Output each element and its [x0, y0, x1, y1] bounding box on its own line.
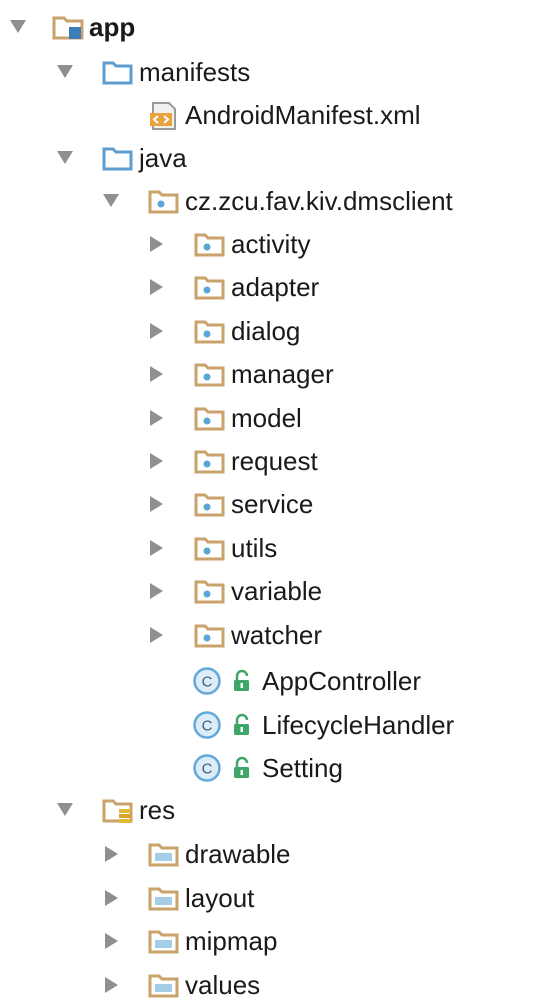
tree-label-package: cz.zcu.fav.kiv.dmsclient: [185, 186, 453, 216]
tree-label-subpackage: manager: [231, 359, 334, 390]
tree-label-res: res: [139, 795, 176, 825]
collapsed-arrow-icon[interactable]: [150, 366, 163, 383]
package-folder-icon: [194, 447, 226, 475]
collapsed-arrow-icon[interactable]: [150, 583, 163, 600]
package-folder-icon: [194, 621, 226, 649]
package-folder-icon: [194, 273, 226, 301]
tree-label-subpackage: dialog: [231, 315, 301, 346]
tree-node-subpackage[interactable]: adapter: [0, 266, 319, 308]
folder-icon: [148, 971, 180, 999]
class-icon: C: [192, 665, 224, 697]
tree-label-res-folder: mipmap: [185, 926, 278, 956]
expand-arrow-icon[interactable]: [57, 65, 73, 78]
svg-text:C: C: [202, 674, 213, 691]
package-folder-icon: [194, 577, 226, 605]
expand-arrow-icon[interactable]: [103, 194, 119, 207]
tree-label-android-manifest: AndroidManifest.xml: [185, 100, 421, 130]
tree-node-java[interactable]: java: [0, 137, 187, 179]
package-folder-icon: [194, 317, 226, 345]
source-root-folder-icon: [102, 58, 134, 86]
package-folder-icon: [194, 490, 226, 518]
tree-label-class: AppController: [262, 666, 421, 696]
tree-label-subpackage: activity: [231, 229, 311, 259]
tree-node-res-folder[interactable]: mipmap: [0, 920, 277, 962]
xml-file-icon: [148, 101, 180, 130]
package-folder-icon: [194, 534, 226, 562]
tree-label-class: Setting: [262, 753, 343, 783]
expand-arrow-icon[interactable]: [57, 803, 73, 816]
collapsed-arrow-icon[interactable]: [150, 322, 163, 339]
tree-node-subpackage[interactable]: dialog: [0, 310, 300, 352]
tree-label-res-folder: drawable: [185, 839, 291, 869]
tree-node-class[interactable]: C Setting: [0, 747, 343, 789]
collapsed-arrow-icon[interactable]: [105, 889, 118, 906]
folder-icon: [148, 884, 180, 912]
collapsed-arrow-icon[interactable]: [150, 409, 163, 426]
tree-label-subpackage: adapter: [231, 272, 320, 303]
tree-node-subpackage[interactable]: variable: [0, 570, 322, 612]
resources-folder-icon: [102, 796, 134, 824]
collapsed-arrow-icon[interactable]: [150, 236, 163, 252]
tree-node-subpackage[interactable]: model: [0, 397, 302, 439]
collapsed-arrow-icon[interactable]: [150, 453, 163, 469]
public-lock-icon: [230, 668, 256, 694]
expand-arrow-icon[interactable]: [57, 151, 73, 164]
package-folder-icon: [194, 360, 226, 388]
package-folder-icon: [148, 187, 180, 215]
tree-node-res-folder[interactable]: layout: [0, 877, 254, 919]
collapsed-arrow-icon[interactable]: [105, 976, 118, 993]
tree-label-subpackage: model: [231, 402, 302, 433]
tree-label-subpackage: watcher: [231, 619, 323, 650]
collapsed-arrow-icon[interactable]: [150, 539, 163, 556]
tree-node-app[interactable]: app: [0, 6, 135, 48]
tree-node-class[interactable]: C LifecycleHandler: [0, 704, 454, 746]
svg-text:C: C: [202, 717, 213, 734]
module-folder-icon: [52, 13, 84, 41]
source-root-folder-icon: [102, 144, 134, 172]
collapsed-arrow-icon[interactable]: [105, 846, 118, 862]
tree-label-manifests: manifests: [139, 57, 251, 87]
tree-node-manifests[interactable]: manifests: [0, 51, 250, 93]
tree-label-subpackage: service: [231, 489, 314, 520]
tree-node-res-folder[interactable]: values: [0, 964, 260, 1006]
class-icon: C: [192, 752, 224, 784]
tree-label-app: app: [89, 12, 136, 42]
folder-icon: [148, 840, 180, 868]
tree-label-subpackage: utils: [231, 532, 278, 563]
tree-node-subpackage[interactable]: activity: [0, 223, 310, 265]
tree-label-subpackage: variable: [231, 576, 323, 607]
tree-node-subpackage[interactable]: service: [0, 483, 313, 525]
tree-label-class: LifecycleHandler: [262, 709, 455, 740]
tree-node-res[interactable]: res: [0, 789, 175, 831]
tree-label-res-folder: layout: [185, 882, 255, 913]
tree-label-subpackage: request: [231, 446, 318, 476]
tree-node-package[interactable]: cz.zcu.fav.kiv.dmsclient: [0, 180, 453, 222]
public-lock-icon: [230, 755, 256, 781]
expand-arrow-icon[interactable]: [10, 20, 26, 33]
tree-label-java: java: [139, 143, 187, 173]
package-folder-icon: [194, 230, 226, 258]
tree-node-android-manifest[interactable]: AndroidManifest.xml: [0, 94, 421, 136]
package-folder-icon: [194, 404, 226, 432]
tree-node-subpackage[interactable]: watcher: [0, 614, 322, 656]
collapsed-arrow-icon[interactable]: [105, 933, 118, 949]
tree-node-res-folder[interactable]: drawable: [0, 833, 291, 875]
svg-text:C: C: [202, 761, 213, 778]
public-lock-icon: [230, 712, 256, 738]
tree-node-subpackage[interactable]: utils: [0, 527, 277, 569]
tree-node-subpackage[interactable]: manager: [0, 353, 334, 395]
collapsed-arrow-icon[interactable]: [150, 626, 163, 643]
collapsed-arrow-icon[interactable]: [150, 496, 163, 513]
tree-node-class[interactable]: C AppController: [0, 660, 421, 702]
tree-node-subpackage[interactable]: request: [0, 440, 318, 482]
class-icon: C: [192, 709, 224, 741]
collapsed-arrow-icon[interactable]: [150, 279, 163, 296]
folder-icon: [148, 927, 180, 955]
